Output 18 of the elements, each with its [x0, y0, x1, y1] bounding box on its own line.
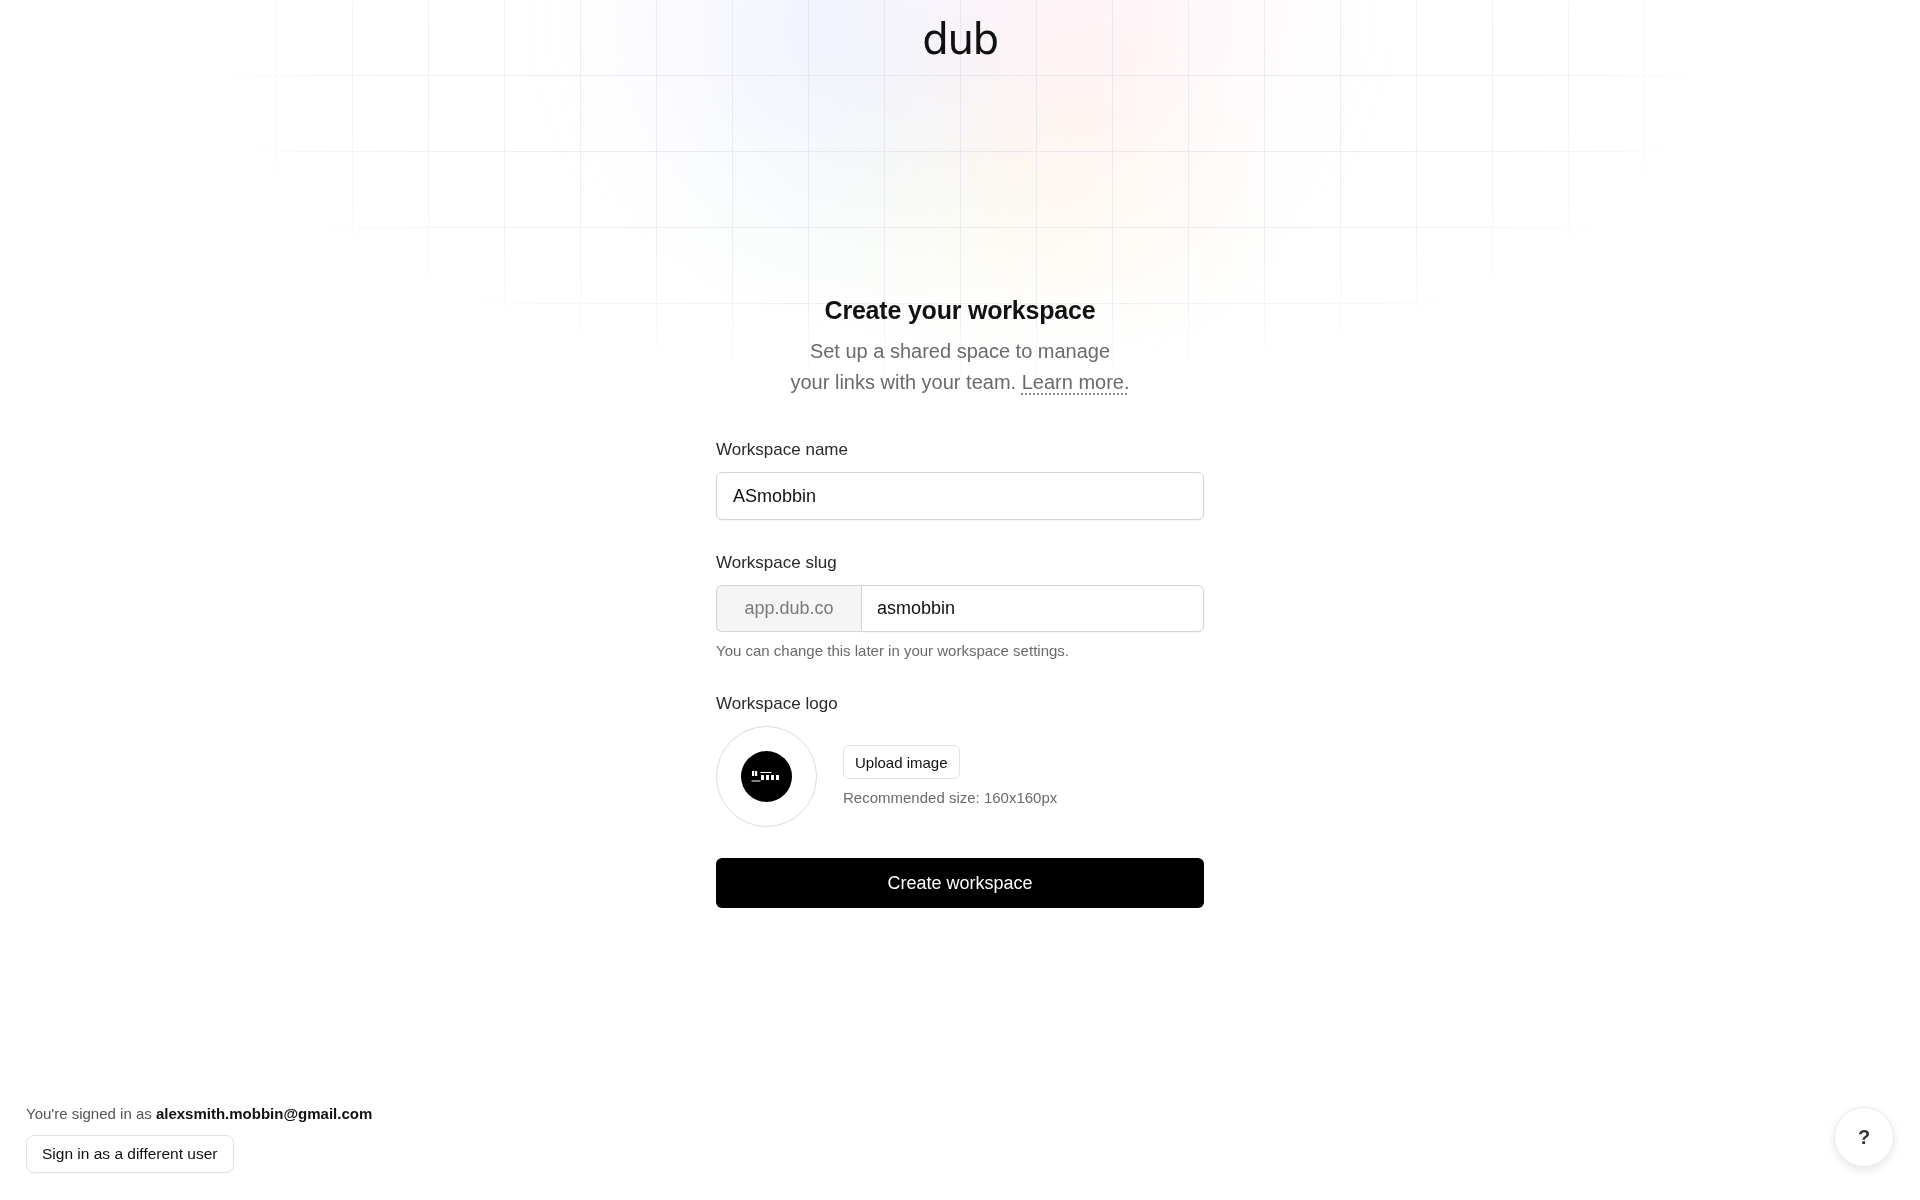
page-heading: Create your workspace	[824, 295, 1096, 326]
url-prefix: app.dub.co	[716, 585, 861, 632]
help-text: You can change this later in your workspace settings.	[716, 641, 1069, 661]
round-logo-icon	[741, 751, 792, 802]
create-workspace-button[interactable]: Create workspace	[716, 858, 1204, 908]
size-note: Recommended size: 160x160px	[843, 788, 1058, 808]
intro-text: Set up a shared space to manage your links with your team. Learn more.	[789, 339, 1131, 395]
field-label: Workspace logo	[716, 693, 838, 715]
help-button[interactable]: ?	[1834, 1107, 1894, 1167]
signed-in-text: You're signed in as alexsmith.mobbin@gmail.com	[26, 1104, 373, 1124]
field-label: Workspace name	[716, 439, 848, 461]
field-label: Workspace slug	[716, 552, 837, 574]
upload-image-button[interactable]: Upload image	[843, 745, 960, 779]
switch-user-button[interactable]: Sign in as a different user	[26, 1135, 234, 1173]
text-input[interactable]: ASmobbin	[716, 472, 1204, 520]
brand-logo: dub	[922, 16, 998, 64]
slug-input[interactable]: asmobbin	[861, 585, 1204, 632]
learn-more-link[interactable]: Learn more.	[1021, 371, 1130, 393]
